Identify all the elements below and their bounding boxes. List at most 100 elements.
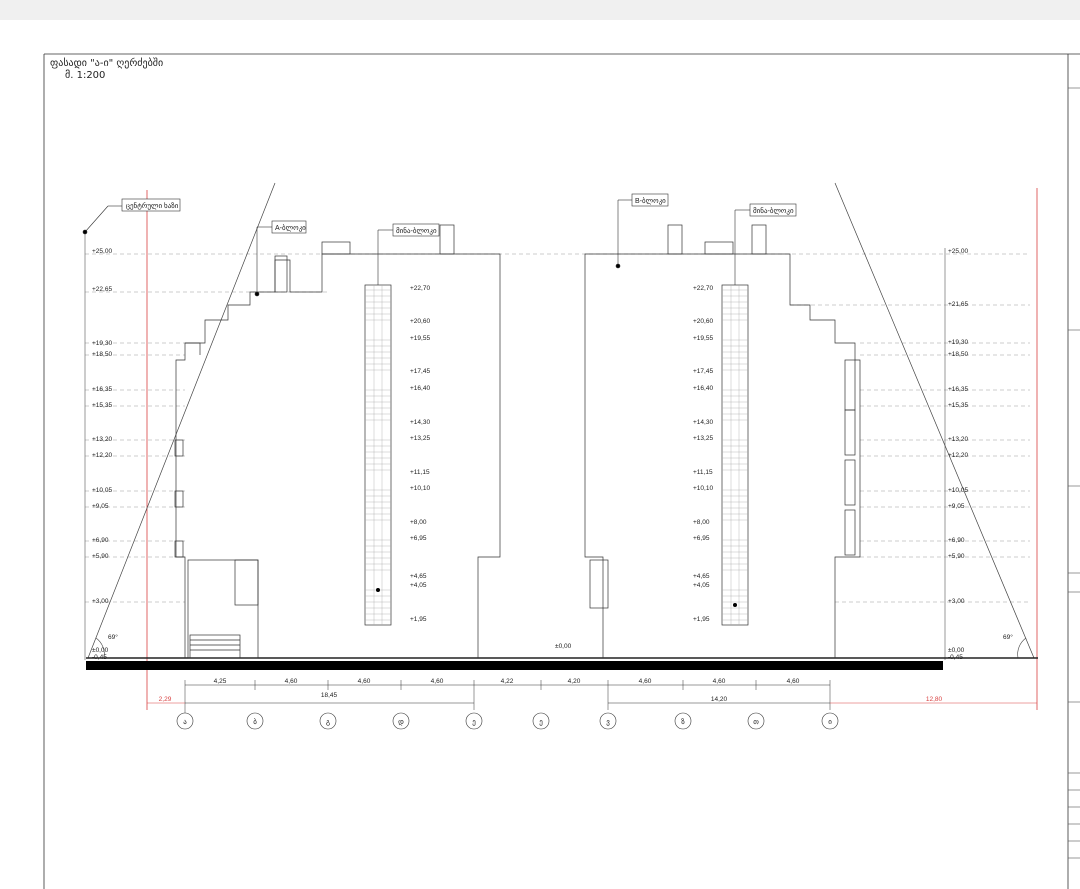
level-mark: -0,45: [948, 654, 963, 661]
level-mark: +10,05: [92, 487, 112, 494]
title-block: [1068, 87, 1080, 859]
stair-level-mark: +13,25: [410, 435, 430, 442]
stair-level-mark: +4,65: [410, 573, 427, 580]
stair-level-mark: +6,95: [693, 535, 710, 542]
level-mark: +12,20: [948, 452, 968, 459]
stair-level-marks-right: +22,70 +20,60 +19,55 +17,45 +16,40 +14,3…: [693, 285, 713, 623]
axis-label: დ: [398, 719, 404, 726]
stair-level-mark: +20,60: [693, 318, 713, 325]
angle-arc-right: [1017, 637, 1027, 659]
axis-label: ბ: [253, 718, 257, 726]
drawing-scale: მ. 1:200: [65, 69, 105, 81]
axis-label: ე: [539, 719, 543, 726]
dimension-value: 4,20: [568, 678, 581, 685]
stair-level-mark: +4,05: [693, 582, 710, 589]
stair-level-mark: +10,10: [410, 485, 430, 492]
left-level-marks: +25,00 +22,65 +19,30 +18,50 +16,35 +15,3…: [92, 248, 112, 661]
stair-level-mark: +8,00: [410, 519, 427, 526]
stair-level-mark: +1,95: [410, 616, 427, 623]
facade-drawing: ფასადი "ა-ი" ღერძებში მ. 1:200 ცენტრული …: [43, 53, 1080, 889]
level-mark: +5,90: [92, 553, 109, 560]
right-level-marks: +25,00 +21,65 +19,30 +18,50 +16,35 +15,3…: [948, 248, 968, 661]
label-b-block: B-ბლოკი: [635, 197, 666, 205]
glass-block-column-right: [721, 284, 749, 626]
stair-level-mark: +1,95: [693, 616, 710, 623]
glass-block-column-left: [364, 284, 392, 626]
stair-level-mark: +19,55: [410, 335, 430, 342]
stair-level-mark: +4,05: [410, 582, 427, 589]
level-mark: ±0,00: [92, 647, 109, 654]
level-mark: +15,35: [92, 402, 112, 409]
level-mark: +15,35: [948, 402, 968, 409]
label-stair-left: მინა-ბლოკი: [396, 227, 437, 235]
drawing-sheet: ფასადი "ა-ი" ღერძებში მ. 1:200 ცენტრული …: [0, 20, 1080, 889]
dimension-total-right: 14,20: [711, 696, 728, 703]
level-mark: +13,20: [948, 436, 968, 443]
stair-level-mark: +10,10: [693, 485, 713, 492]
dimension-total-left: 18,45: [321, 692, 338, 699]
dimension-value: 4,25: [214, 678, 227, 685]
stair-level-mark: +16,40: [693, 385, 713, 392]
stair-level-mark: +4,65: [693, 573, 710, 580]
stair-level-mark: +13,25: [693, 435, 713, 442]
level-mark: +6,90: [948, 537, 965, 544]
dimension-offset-left: 2,29: [159, 696, 172, 703]
stair-level-marks-left: +22,70 +20,60 +19,55 +17,45 +16,40 +14,3…: [410, 285, 430, 623]
stair-level-mark: +6,95: [410, 535, 427, 542]
label-stair-right: მინა-ბლოკი: [753, 207, 794, 215]
axis-labels: ა ბ გ დ ე ე ვ ზ თ ი: [183, 718, 832, 726]
level-mark: +13,20: [92, 436, 112, 443]
level-mark: ±0,00: [948, 647, 965, 654]
stair-level-mark: +22,70: [693, 285, 713, 292]
stair-level-mark: +8,00: [693, 519, 710, 526]
level-mark: +25,00: [948, 248, 968, 255]
angle-label-right: 69°: [1003, 633, 1013, 641]
stair-level-mark: +16,40: [410, 385, 430, 392]
dimension-value: 4,60: [358, 678, 371, 685]
dimension-values: 4,25 4,60 4,60 4,60 4,22 4,20 4,60 4,60 …: [159, 678, 943, 703]
stair-level-mark: +20,60: [410, 318, 430, 325]
level-mark: +19,30: [948, 339, 968, 346]
level-mark: +9,05: [92, 503, 109, 510]
label-a-block: A-ბლოკი: [275, 224, 306, 232]
level-mark: +3,00: [948, 598, 965, 605]
stair-level-mark: +19,55: [693, 335, 713, 342]
axis-label: თ: [753, 719, 759, 726]
level-mark: +21,65: [948, 301, 968, 308]
level-mark: +25,00: [92, 248, 112, 255]
axis-label: ე: [472, 719, 476, 726]
axis-label: გ: [326, 719, 330, 726]
stair-level-mark: +11,15: [410, 469, 430, 476]
level-mark: +12,20: [92, 452, 112, 459]
dimension-value: 4,60: [713, 678, 726, 685]
level-mark: +16,35: [948, 386, 968, 393]
dimension-chain: [147, 680, 1037, 710]
drawing-title: ფასადი "ა-ი" ღერძებში: [50, 57, 163, 69]
viewer-toolbar: [0, 0, 1080, 20]
axis-label: ა: [183, 719, 187, 726]
stair-level-mark: +11,15: [693, 469, 713, 476]
stair-level-mark: +14,30: [410, 419, 430, 426]
level-mark: +22,65: [92, 286, 112, 293]
stair-level-mark: +22,70: [410, 285, 430, 292]
stair-level-mark: +17,45: [693, 368, 713, 375]
dimension-offset-right: 12,80: [926, 696, 943, 703]
level-mark: +5,90: [948, 553, 965, 560]
dimension-value: 4,60: [787, 678, 800, 685]
level-mark: +3,00: [92, 598, 109, 605]
label-ground-level: ცენტრული ხაზი: [126, 202, 179, 210]
level-mark: +18,50: [948, 351, 968, 358]
axis-label: ვ: [606, 719, 610, 726]
level-mark: +6,90: [92, 537, 109, 544]
leader-a-block: [254, 220, 307, 297]
axis-bubbles: [176, 710, 839, 730]
dimension-value: 4,22: [501, 678, 514, 685]
axis-label: ზ: [681, 718, 685, 726]
dimension-value: 4,60: [285, 678, 298, 685]
block-a: [174, 224, 501, 659]
dimension-value: 4,60: [639, 678, 652, 685]
leader-stair-right: [734, 203, 797, 285]
level-mark: +16,35: [92, 386, 112, 393]
leader-b-block: [615, 193, 669, 269]
level-mark: +19,30: [92, 340, 112, 347]
